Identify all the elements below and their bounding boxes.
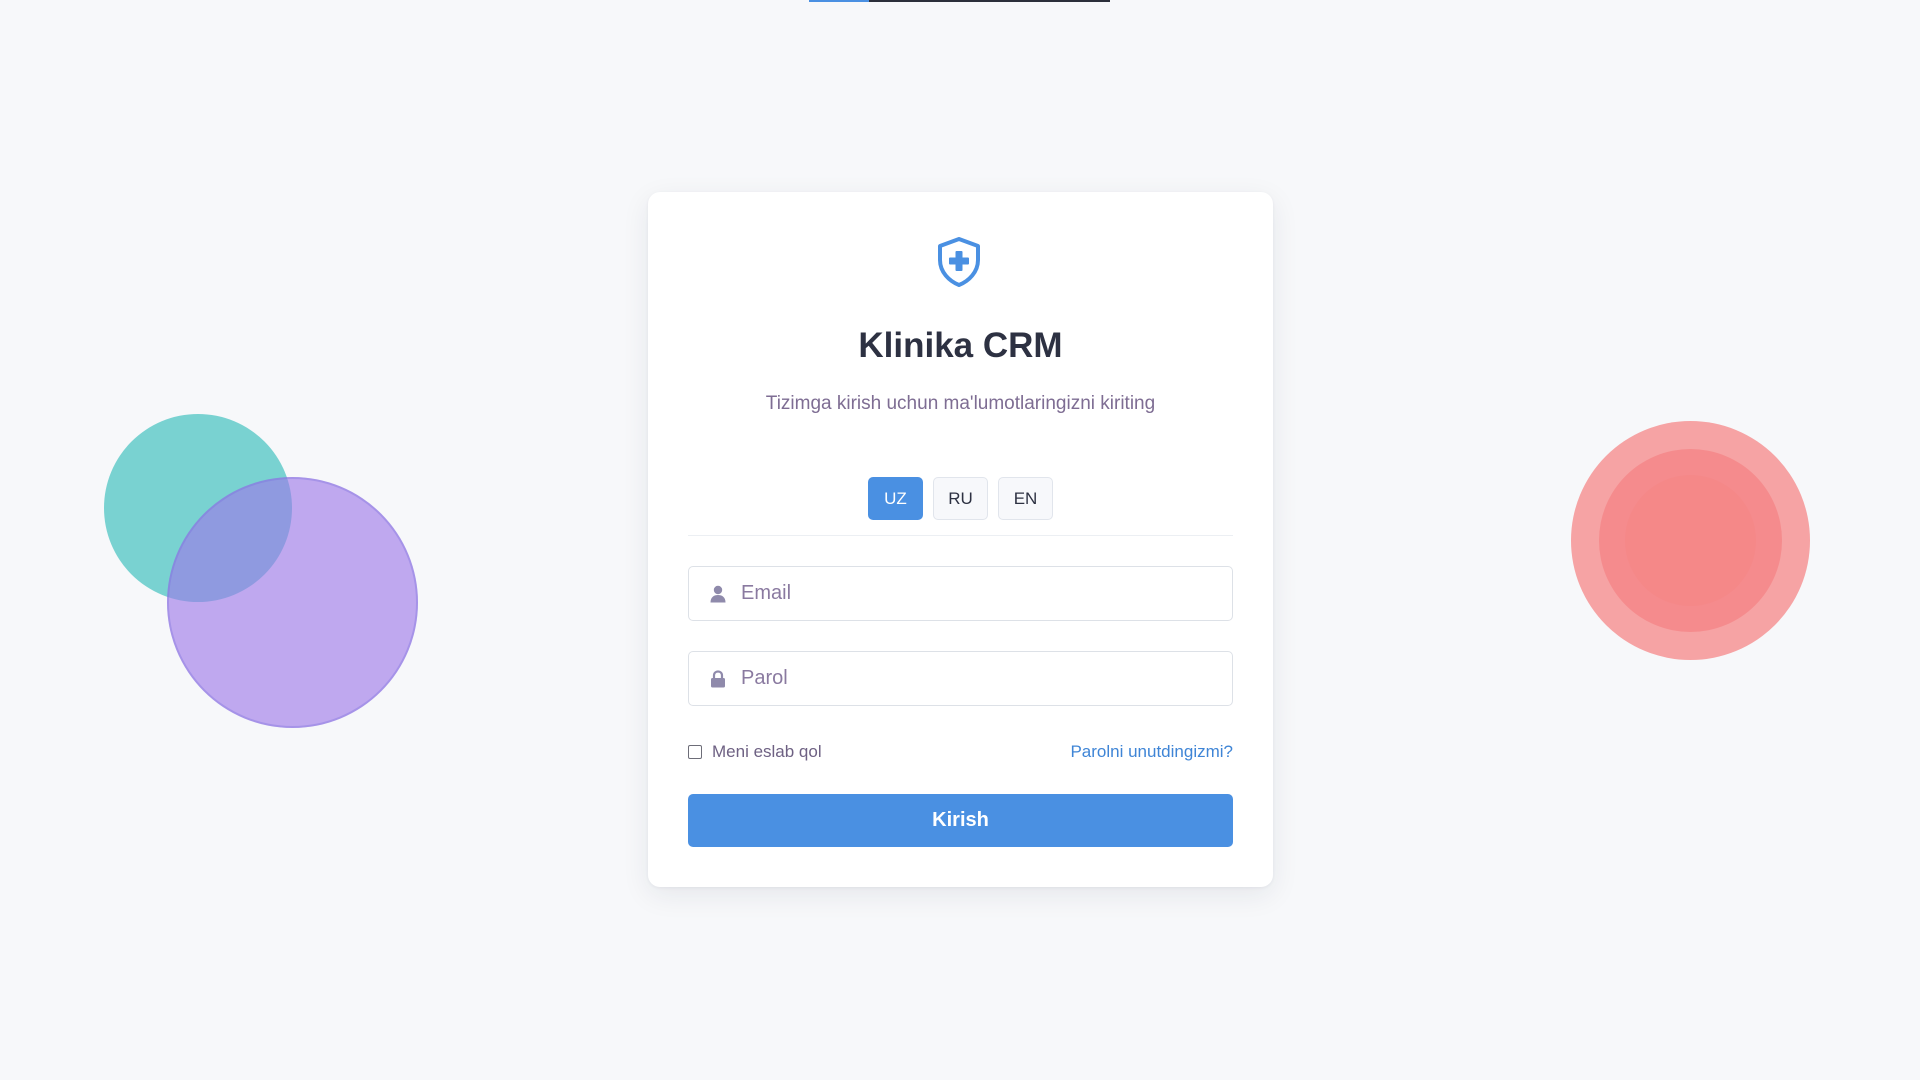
lock-icon [709,669,727,689]
language-button-ru[interactable]: RU [933,477,988,520]
page-loading-bar [809,0,1110,2]
language-button-en[interactable]: EN [998,477,1053,520]
password-field[interactable] [688,651,1233,706]
login-page: Klinika CRM Tizimga kirish uchun ma'lumo… [0,0,1920,1080]
form-options-row: Meni eslab qol Parolni unutdingizmi? [688,738,1233,766]
decorative-red-circle-core [1625,475,1756,606]
user-icon [709,584,727,604]
email-input[interactable] [739,566,1232,621]
page-loading-bar-fill [809,0,870,2]
language-switcher: UZ RU EN [648,477,1273,520]
login-subtitle: Tizimga kirish uchun ma'lumotlaringizni … [765,393,1156,414]
login-card: Klinika CRM Tizimga kirish uchun ma'lumo… [648,192,1273,887]
remember-me-label: Meni eslab qol [712,742,822,761]
language-button-uz[interactable]: UZ [868,477,923,520]
app-title: Klinika CRM [858,326,1063,365]
login-button[interactable]: Kirish [688,794,1233,847]
forgot-password-link[interactable]: Parolni unutdingizmi? [1070,742,1233,762]
password-input[interactable] [739,651,1232,706]
email-field[interactable] [688,566,1233,621]
decorative-purple-circle [167,477,418,728]
remember-me-checkbox[interactable] [688,745,702,759]
remember-me[interactable]: Meni eslab qol [688,742,822,762]
divider [688,535,1233,536]
shield-plus-icon [936,236,982,288]
